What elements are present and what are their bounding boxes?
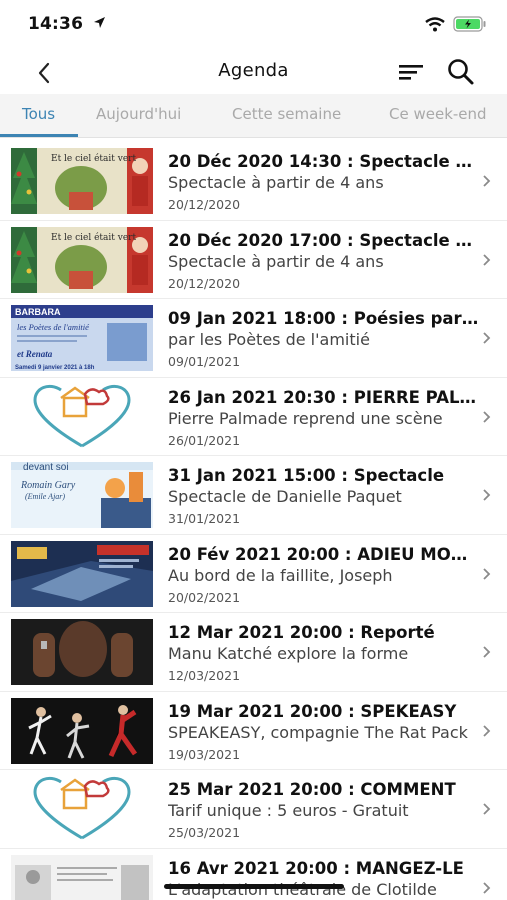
tab-aujourdhui[interactable]: Aujourd'hui bbox=[96, 105, 181, 123]
chevron-right-icon bbox=[481, 173, 493, 189]
chevron-right-icon bbox=[481, 880, 493, 896]
chevron-right-icon bbox=[481, 801, 493, 817]
event-title: 26 Jan 2021 20:30 : PIERRE PALMADE bbox=[168, 387, 480, 407]
event-date: 26/01/2021 bbox=[168, 432, 241, 448]
event-subtitle: Manu Katché explore la forme bbox=[168, 644, 409, 663]
chevron-right-icon bbox=[481, 487, 493, 503]
event-row[interactable]: 20 Fév 2021 20:00 : ADIEU MONSIEUR Au bo… bbox=[0, 535, 507, 613]
event-subtitle: Spectacle à partir de 4 ans bbox=[168, 173, 384, 192]
event-subtitle: par les Poètes de l'amitié bbox=[168, 330, 370, 349]
event-subtitle: Pierre Palmade reprend une scène bbox=[168, 408, 443, 428]
page-title: Agenda bbox=[218, 60, 289, 81]
status-bar: 14:36 bbox=[0, 0, 507, 50]
event-subtitle: L'adaptation théâtrale de Clotilde bbox=[168, 879, 437, 899]
event-subtitle: SPEAKEASY, compagnie The Rat Pack bbox=[168, 722, 468, 742]
event-row[interactable]: 26 Jan 2021 20:30 : PIERRE PALMADE Pierr… bbox=[0, 378, 507, 456]
chevron-right-icon bbox=[481, 723, 493, 739]
chevron-right-icon bbox=[481, 252, 493, 268]
event-thumbnail: Et le ciel était vert bbox=[11, 148, 153, 214]
event-title: 20 Déc 2020 17:00 : Spectacle à partir d… bbox=[168, 230, 480, 250]
event-thumbnail: devant soi Romain Gary (Emile Ajar) bbox=[11, 462, 153, 528]
status-time: 14:36 bbox=[28, 14, 84, 34]
tab-cette-semaine[interactable]: Cette semaine bbox=[232, 105, 341, 123]
chevron-right-icon bbox=[481, 330, 493, 346]
thumb-caption: Romain Gary bbox=[20, 480, 76, 491]
event-date: 09/01/2021 bbox=[168, 354, 241, 369]
event-date: 20/12/2020 bbox=[168, 275, 241, 291]
event-title: 25 Mar 2021 20:00 : COMMENT bbox=[168, 780, 456, 799]
thumb-caption: Et le ciel était vert bbox=[51, 232, 136, 243]
event-row[interactable]: devant soi Romain Gary (Emile Ajar) 31 J… bbox=[0, 456, 507, 535]
event-subtitle: Spectacle à partir de 4 ans bbox=[168, 251, 384, 271]
thumb-caption: Samedi 9 janvier 2021 à 18h bbox=[15, 365, 95, 371]
event-row[interactable]: 16 Avr 2021 20:00 : MANGEZ-LE L'adaptati… bbox=[0, 849, 507, 900]
event-date: 25/03/2021 bbox=[168, 825, 241, 840]
event-date: 20/12/2020 bbox=[168, 197, 241, 212]
event-thumbnail bbox=[11, 854, 153, 900]
thumb-caption: Et le ciel était vert bbox=[51, 153, 136, 164]
event-title: 20 Fév 2021 20:00 : ADIEU MONSIEUR bbox=[168, 544, 480, 564]
event-thumbnail bbox=[11, 776, 153, 842]
location-arrow-icon bbox=[93, 14, 106, 34]
event-title: 16 Avr 2021 20:00 : MANGEZ-LE bbox=[168, 858, 464, 878]
event-title: 31 Jan 2021 15:00 : Spectacle bbox=[168, 466, 445, 485]
event-thumbnail: BARBARA les Poètes de l'amitié et Renata… bbox=[11, 305, 153, 371]
event-title: 19 Mar 2021 20:00 : SPEKEASY bbox=[168, 701, 457, 721]
event-date: 12/03/2021 bbox=[168, 668, 241, 683]
home-indicator[interactable] bbox=[164, 884, 344, 889]
event-thumbnail bbox=[11, 697, 153, 764]
event-row[interactable]: 25 Mar 2021 20:00 : COMMENT Tarif unique… bbox=[0, 770, 507, 849]
nav-bar: Agenda bbox=[0, 50, 507, 94]
event-thumbnail bbox=[11, 540, 153, 607]
sort-icon[interactable] bbox=[396, 59, 426, 85]
event-row[interactable]: 19 Mar 2021 20:00 : SPEKEASY SPEAKEASY, … bbox=[0, 692, 507, 770]
battery-icon bbox=[453, 16, 487, 36]
active-tab-indicator bbox=[0, 134, 78, 137]
thumb-caption: et Renata bbox=[17, 349, 53, 359]
event-row[interactable]: Et le ciel était vert 20 Déc 2020 14:30 … bbox=[0, 142, 507, 221]
event-title: 20 Déc 2020 14:30 : Spectacle à partir d… bbox=[168, 152, 480, 171]
chevron-right-icon bbox=[481, 409, 493, 425]
wifi-icon bbox=[425, 16, 445, 36]
tab-ce-week-end[interactable]: Ce week-end bbox=[389, 105, 487, 123]
event-title: 12 Mar 2021 20:00 : Reporté bbox=[168, 623, 435, 642]
event-thumbnail bbox=[11, 383, 153, 450]
event-subtitle: Tarif unique : 5 euros - Gratuit bbox=[168, 801, 409, 820]
event-date: 19/03/2021 bbox=[168, 746, 241, 762]
event-row[interactable]: BARBARA les Poètes de l'amitié et Renata… bbox=[0, 299, 507, 378]
tab-bar: Tous Aujourd'hui Cette semaine Ce week-e… bbox=[0, 94, 507, 138]
event-row[interactable]: Et le ciel était vert 20 Déc 2020 17:00 … bbox=[0, 221, 507, 299]
chevron-right-icon bbox=[481, 644, 493, 660]
event-subtitle: Au bord de la faillite, Joseph bbox=[168, 565, 393, 585]
thumb-caption: les Poètes de l'amitié bbox=[17, 322, 90, 332]
event-title: 09 Jan 2021 18:00 : Poésies par les Poèt… bbox=[168, 309, 480, 328]
thumb-caption: (Emile Ajar) bbox=[25, 492, 65, 501]
chevron-right-icon bbox=[481, 566, 493, 582]
event-row[interactable]: 12 Mar 2021 20:00 : Reporté Manu Katché … bbox=[0, 613, 507, 692]
event-thumbnail bbox=[11, 619, 153, 685]
event-list: Et le ciel était vert 20 Déc 2020 14:30 … bbox=[0, 142, 507, 900]
search-icon[interactable] bbox=[445, 56, 477, 88]
event-thumbnail: Et le ciel était vert bbox=[11, 226, 153, 293]
thumb-caption: BARBARA bbox=[15, 307, 61, 317]
event-date: 31/01/2021 bbox=[168, 511, 241, 526]
tab-tous[interactable]: Tous bbox=[22, 105, 55, 123]
event-date: 20/02/2021 bbox=[168, 589, 241, 605]
event-subtitle: Spectacle de Danielle Paquet bbox=[168, 487, 402, 506]
thumb-caption: devant soi bbox=[23, 462, 69, 473]
